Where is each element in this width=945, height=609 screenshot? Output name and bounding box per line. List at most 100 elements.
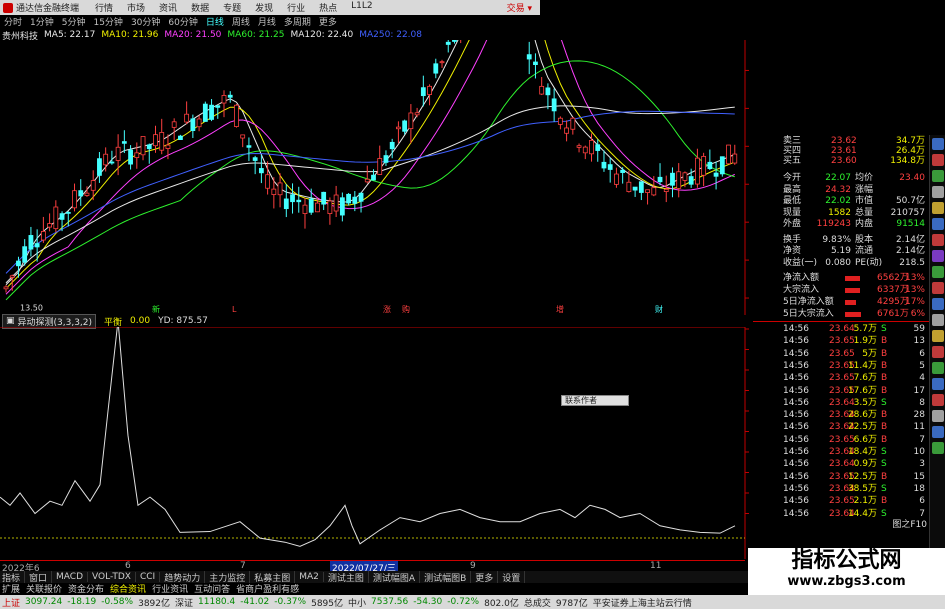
zx-index-change: -54.30: [413, 597, 443, 607]
app-name: 通达信金融终端: [16, 4, 80, 14]
period-60min[interactable]: 60分钟: [168, 15, 197, 28]
period-daily[interactable]: 日线: [206, 15, 224, 28]
ext-tab-related[interactable]: 关联报价: [26, 582, 62, 595]
tool-icon-3[interactable]: [932, 170, 944, 182]
tick-row: 14:56 23.65 11.4万 B 5: [753, 360, 929, 372]
menu-item-hot[interactable]: 热点: [319, 1, 337, 14]
period-weekly[interactable]: 周线: [232, 15, 250, 28]
kline-chart[interactable]: 26.0024.0022.0020.0018.0016.0014.00 新L涨购…: [0, 40, 753, 315]
period-5min[interactable]: 5分钟: [62, 15, 86, 28]
ma20-label: MA20: 21.50: [164, 30, 222, 40]
tab-settings[interactable]: 设置: [502, 570, 526, 584]
period-30min[interactable]: 30分钟: [131, 15, 160, 28]
tab-vol-tdx[interactable]: VOL-TDX: [92, 572, 136, 582]
candle-body: [277, 182, 283, 196]
ext-tab-merchant[interactable]: 省商户盈利有感: [236, 582, 299, 595]
flow-bar: [845, 276, 860, 281]
sh-index-name[interactable]: 上证: [2, 596, 20, 609]
stat-value: 91514: [896, 219, 925, 229]
tab-ma2[interactable]: MA2: [299, 572, 324, 582]
candle-body: [589, 140, 594, 155]
tab-test-sub-a[interactable]: 测试幅图A: [373, 570, 421, 584]
tool-icon-13[interactable]: [932, 330, 944, 342]
stat-value: 22.02: [825, 196, 851, 206]
zx-index-name[interactable]: 中小: [348, 596, 366, 609]
tool-icon-15[interactable]: [932, 362, 944, 374]
tab-macd[interactable]: MACD: [56, 572, 89, 582]
event-marker: 增: [556, 304, 564, 314]
event-marker: L: [232, 305, 237, 314]
tool-icon-4[interactable]: [932, 186, 944, 198]
tool-icon-2[interactable]: [932, 154, 944, 166]
tool-icon-20[interactable]: [932, 442, 944, 454]
candle-body: [427, 85, 432, 95]
tool-icon-16[interactable]: [932, 378, 944, 390]
period-more[interactable]: 更多: [319, 15, 337, 28]
trade-button[interactable]: 交易 ▾: [507, 1, 532, 14]
candle-body: [16, 260, 21, 267]
period-multi[interactable]: 多周期: [284, 15, 311, 28]
tick-time: 14:56: [783, 496, 809, 507]
candle-body: [408, 112, 414, 130]
anomaly-detect-chart[interactable]: 2500022500200001750015000125001000075005…: [0, 327, 753, 559]
menu-item-data[interactable]: 数据: [191, 1, 209, 14]
sz-index-name[interactable]: 深证: [175, 596, 193, 609]
menu-item-industry[interactable]: 行业: [287, 1, 305, 14]
tick-volume: 17.6万: [847, 385, 877, 396]
candle-body: [184, 113, 190, 123]
broker-name[interactable]: 平安证券上海主站云行情: [593, 596, 692, 609]
tool-icon-6[interactable]: [932, 218, 944, 230]
sh-index-amount: 3892亿: [138, 598, 170, 609]
tool-icon-7[interactable]: [932, 234, 944, 246]
period-1min[interactable]: 1分钟: [30, 15, 54, 28]
tab-test-main[interactable]: 测试主图: [328, 570, 369, 584]
candle-body: [146, 144, 152, 150]
ext-tab-qa[interactable]: 互动问答: [194, 582, 230, 595]
sh-index-pct: -0.58%: [101, 597, 134, 607]
candle-body: [296, 199, 302, 203]
tab-cci[interactable]: CCI: [140, 572, 161, 582]
tool-icon-17[interactable]: [932, 394, 944, 406]
menu-item-l1l2[interactable]: L1L2: [351, 1, 372, 14]
tool-icon-14[interactable]: [932, 346, 944, 358]
ext-tab-capital[interactable]: 资金分布: [68, 582, 104, 595]
tool-icon-11[interactable]: [932, 298, 944, 310]
menu-item-discover[interactable]: 发现: [255, 1, 273, 14]
period-intraday[interactable]: 分时: [4, 15, 22, 28]
tool-icon-19[interactable]: [932, 426, 944, 438]
ma250-label: MA250: 22.08: [359, 30, 422, 40]
tool-icon-1[interactable]: [932, 138, 944, 150]
event-marker: 财: [655, 304, 663, 314]
menu-item-news[interactable]: 资讯: [159, 1, 177, 14]
candle-body: [651, 187, 657, 196]
candle-body: [676, 171, 682, 189]
period-15min[interactable]: 15分钟: [93, 15, 122, 28]
tool-icon-10[interactable]: [932, 282, 944, 294]
tab-test-sub-b[interactable]: 测试幅图B: [424, 570, 472, 584]
ext-tab-expand[interactable]: 扩展: [2, 582, 20, 595]
menu-item-quotes[interactable]: 行情: [95, 1, 113, 14]
tool-icon-18[interactable]: [932, 410, 944, 422]
menu-item-topics[interactable]: 专题: [223, 1, 241, 14]
tab-more[interactable]: 更多: [475, 570, 499, 584]
candle-body: [539, 85, 545, 95]
ma10-label: MA10: 21.96: [101, 30, 159, 40]
ext-tab-news[interactable]: 综合资讯: [110, 582, 146, 595]
tool-icon-5[interactable]: [932, 202, 944, 214]
capital-flow-row: 5日净流入额 4295万 17%: [753, 296, 929, 308]
candle-body: [682, 172, 688, 181]
f10-link[interactable]: 图之F10: [753, 519, 929, 531]
tick-count: 6: [919, 496, 925, 507]
menu-item-market[interactable]: 市场: [127, 1, 145, 14]
tool-icon-12[interactable]: [932, 314, 944, 326]
stat-value: 24.32: [825, 184, 851, 195]
order-book-row: 买五 23.60 134.8万: [753, 155, 929, 167]
candle-body: [240, 134, 246, 139]
tool-icon-8[interactable]: [932, 250, 944, 262]
tick-volume: 0.9万: [853, 459, 877, 470]
tool-icon-9[interactable]: [932, 266, 944, 278]
ext-tab-industry-news[interactable]: 行业资讯: [152, 582, 188, 595]
candle-body: [302, 204, 308, 214]
contact-author-tooltip[interactable]: 联系作者: [561, 395, 629, 406]
period-monthly[interactable]: 月线: [258, 15, 276, 28]
